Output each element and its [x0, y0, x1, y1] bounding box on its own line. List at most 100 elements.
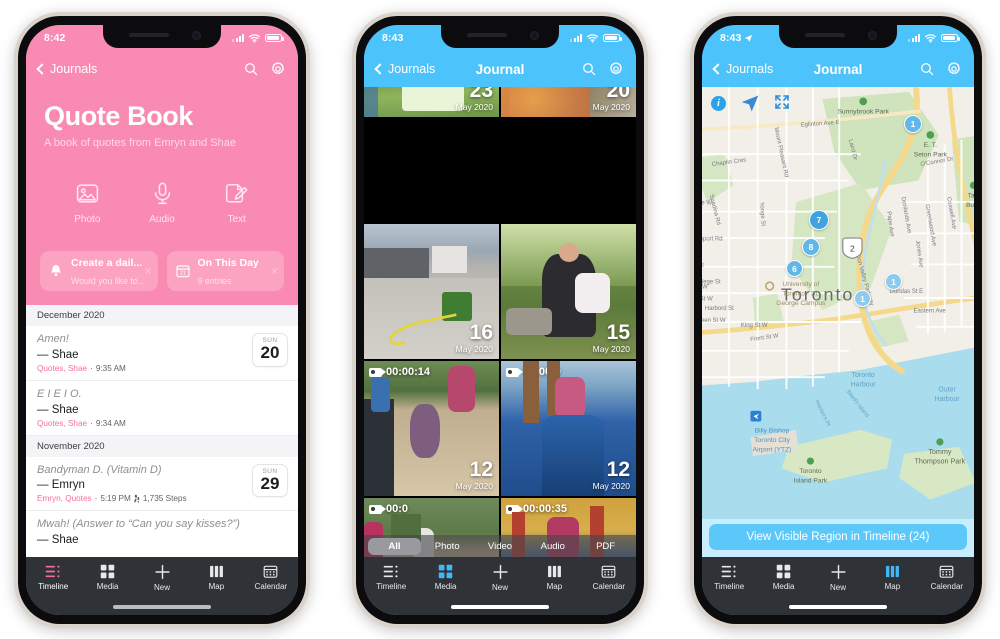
tab-new[interactable]: New	[473, 564, 527, 592]
view-visible-region-button[interactable]: View Visible Region in Timeline (24)	[709, 524, 967, 550]
gear-icon[interactable]	[608, 61, 624, 77]
tab-calendar[interactable]: Calendar	[582, 564, 636, 591]
quick-add-audio[interactable]: Audio	[125, 181, 200, 225]
media-filter-bar[interactable]: All Photo Video Audio PDF	[364, 535, 636, 557]
tab-timeline[interactable]: Timeline	[26, 564, 80, 591]
front-camera	[530, 31, 539, 40]
close-icon[interactable]: ×	[144, 265, 151, 277]
svg-text:Tayl: Tayl	[968, 192, 974, 199]
suggestion-card-on-this-day[interactable]: 21 On This Day 9 entries ×	[166, 251, 284, 291]
home-indicator[interactable]	[451, 605, 549, 609]
location-arrow-icon[interactable]	[740, 93, 760, 113]
notch	[779, 25, 897, 48]
suggestion-cards: Create a dail... Would you like to... × …	[26, 225, 298, 305]
search-icon[interactable]	[243, 61, 259, 77]
plus-icon	[830, 564, 846, 580]
nav-actions	[243, 61, 286, 77]
timeline-icon	[45, 565, 60, 578]
map-cluster-pin[interactable]: 1	[854, 290, 871, 307]
map-cluster-pin[interactable]: 7	[809, 210, 829, 230]
media-cell[interactable]: 20 May 2020	[501, 87, 636, 117]
back-button[interactable]: Journals	[712, 62, 773, 76]
list-item[interactable]: Mwah! (Answer to “Can you say kisses?”) …	[26, 511, 298, 564]
tab-map[interactable]: Map	[865, 564, 919, 591]
tab-media[interactable]: Media	[418, 564, 472, 591]
map-canvas: Sunnybrook Park E. T. Seton Park Tayl Bu…	[702, 87, 974, 557]
earpiece-speaker	[467, 33, 507, 37]
tab-new[interactable]: New	[135, 564, 189, 592]
microphone-icon	[154, 182, 170, 205]
map-view[interactable]: Sunnybrook Park E. T. Seton Park Tayl Bu…	[702, 87, 974, 557]
tab-media[interactable]: Media	[80, 564, 134, 591]
tab-timeline-label: Timeline	[714, 582, 745, 591]
filter-pdf[interactable]: PDF	[579, 538, 632, 555]
list-item[interactable]: Bandyman D. (Vitamin D) — Emryn Emryn, Q…	[26, 457, 298, 512]
media-day: 12	[606, 458, 630, 481]
tab-map[interactable]: Map	[527, 564, 581, 591]
tab-media[interactable]: Media	[756, 564, 810, 591]
tab-calendar-label: Calendar	[254, 582, 288, 591]
gear-icon[interactable]	[270, 61, 286, 77]
map-cluster-pin[interactable]: 6	[786, 260, 803, 277]
media-cell[interactable]: 00:00:14 12 May 2020	[364, 361, 499, 496]
steps-icon	[134, 494, 140, 503]
tab-timeline[interactable]: Timeline	[702, 564, 756, 591]
quick-add-photo[interactable]: Photo	[50, 181, 125, 225]
svg-text:Queen St W: Queen St W	[702, 318, 726, 324]
close-icon[interactable]: ×	[271, 265, 278, 277]
home-indicator[interactable]	[113, 605, 211, 609]
filter-photo[interactable]: Photo	[421, 538, 474, 555]
entry-author: — Shae	[37, 403, 79, 416]
expand-icon[interactable]	[774, 94, 790, 110]
tab-calendar[interactable]: Calendar	[920, 564, 974, 591]
svg-text:2: 2	[850, 243, 855, 253]
front-camera	[868, 31, 877, 40]
tab-calendar[interactable]: Calendar	[244, 564, 298, 591]
grid-icon	[776, 564, 791, 579]
bell-icon	[51, 265, 61, 276]
media-cell[interactable]: 23 May 2020	[364, 87, 499, 117]
svg-text:Sunnybrook Park: Sunnybrook Park	[837, 108, 889, 115]
entry-sep: ·	[90, 418, 93, 428]
back-button[interactable]: Journals	[374, 62, 436, 76]
gear-icon[interactable]	[946, 61, 962, 77]
status-time: 8:42	[44, 32, 66, 44]
map-city-label: Toronto	[781, 284, 854, 304]
media-cell[interactable]: 00:00:0 12 May 2020	[501, 361, 636, 496]
tab-timeline[interactable]: Timeline	[364, 564, 418, 591]
entry-meta: Emryn, Quotes · 5:19 PM 1,735 Steps	[37, 494, 246, 503]
map-icon	[885, 565, 899, 578]
media-date-overlay: 15 May 2020	[593, 322, 630, 354]
filter-all[interactable]: All	[368, 537, 421, 555]
filter-video[interactable]: Video	[474, 538, 527, 555]
media-cell[interactable]: 15 May 2020	[501, 224, 636, 359]
entry-author: — Emryn	[37, 479, 85, 492]
phone-2-screen: 8:43 Journals Journal 23 May 2020 20 May…	[364, 25, 636, 615]
svg-text:Toronto: Toronto	[852, 372, 875, 379]
search-icon[interactable]	[581, 61, 597, 77]
quick-add-text-label: Text	[227, 214, 246, 225]
entry-sep: ·	[94, 494, 98, 504]
status-indicators	[232, 32, 284, 45]
filter-audio[interactable]: Audio	[526, 538, 579, 555]
page-subtitle: A book of quotes from Emryn and Shae	[44, 137, 237, 149]
timeline-entry-list[interactable]: December 2020 Amen! — Shae Quotes, Shae …	[26, 305, 298, 564]
media-date-overlay: 16 May 2020	[456, 322, 493, 354]
info-icon[interactable]: i	[711, 96, 726, 111]
status-time: 8:43	[720, 32, 753, 44]
media-cell[interactable]: 16 May 2020	[364, 224, 499, 359]
map-cluster-pin[interactable]: 8	[802, 238, 820, 256]
list-item[interactable]: Amen! — Shae Quotes, Shae · 9:35 AM SUN …	[26, 326, 298, 381]
suggestion-card-daily[interactable]: Create a dail... Would you like to... ×	[40, 251, 158, 291]
tab-new[interactable]: New	[811, 564, 865, 592]
svg-text:Davenport Rd: Davenport Rd	[702, 236, 723, 242]
tab-map[interactable]: Map	[189, 564, 243, 591]
quick-add-text[interactable]: Text	[199, 181, 274, 225]
map-cluster-pin[interactable]: 1	[885, 273, 902, 290]
map-cluster-pin[interactable]: 1	[904, 115, 922, 133]
list-item[interactable]: E I E I O. — Shae Quotes, Shae · 9:34 AM	[26, 381, 298, 436]
home-indicator[interactable]	[789, 605, 887, 609]
back-button[interactable]: Journals	[36, 62, 97, 76]
back-label: Journals	[388, 62, 436, 76]
search-icon[interactable]	[919, 61, 935, 77]
